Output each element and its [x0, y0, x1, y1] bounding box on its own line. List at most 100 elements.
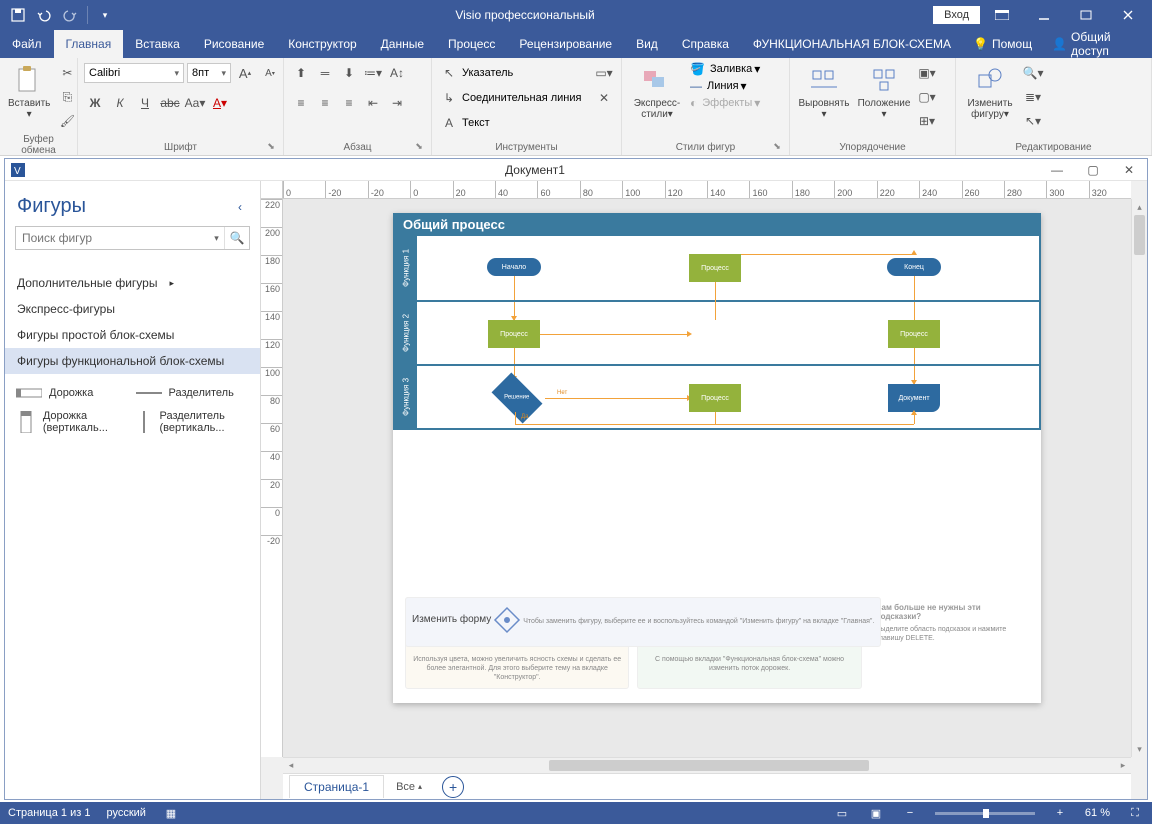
bring-front-icon[interactable]: ▣▾: [916, 62, 938, 84]
font-size-select[interactable]: 8пт: [187, 63, 231, 83]
canvas-viewport[interactable]: Общий процесс Функция 1 Начало Конец: [283, 199, 1131, 757]
tab-home[interactable]: Главная: [54, 30, 124, 58]
change-case-icon[interactable]: Aa▾: [184, 92, 206, 114]
zoom-slider[interactable]: [935, 812, 1035, 815]
search-dropdown-icon[interactable]: ▾: [209, 227, 225, 249]
doc-close-icon[interactable]: ✕: [1111, 160, 1147, 180]
search-input[interactable]: [16, 227, 209, 249]
italic-icon[interactable]: К: [109, 92, 131, 114]
status-language[interactable]: русский: [106, 807, 145, 819]
shape-separator-v[interactable]: Разделитель (вертикаль...: [135, 410, 251, 434]
undo-icon[interactable]: [32, 3, 56, 27]
shape-process-4[interactable]: Процесс: [689, 384, 741, 412]
connector-icon[interactable]: ↳: [438, 87, 460, 109]
ribbon-display-icon[interactable]: [982, 3, 1022, 27]
tip-change-shape[interactable]: Изменить форму Чтобы заменить фигуру, вы…: [405, 597, 881, 647]
tab-insert[interactable]: Вставка: [123, 30, 192, 58]
decrease-indent-icon[interactable]: ⇤: [362, 92, 384, 114]
login-button[interactable]: Вход: [933, 6, 980, 24]
save-icon[interactable]: [6, 3, 30, 27]
shape-swimlane-v[interactable]: Дорожка (вертикаль...: [15, 410, 131, 434]
vertical-scrollbar[interactable]: ▴ ▾: [1131, 199, 1147, 757]
align-bottom-icon[interactable]: ⬇: [338, 62, 360, 84]
scroll-left-icon[interactable]: ◂: [283, 758, 299, 773]
quick-shapes-section[interactable]: Экспресс-фигуры: [5, 296, 260, 322]
tab-data[interactable]: Данные: [369, 30, 436, 58]
font-color-icon[interactable]: A▾: [209, 92, 231, 114]
shape-decision[interactable]: Решение: [492, 373, 543, 424]
tip-dismiss[interactable]: Вам больше не нужны эти подсказки? Выдел…: [870, 597, 1029, 689]
font-dialog-icon[interactable]: ⬊: [265, 141, 277, 153]
collapse-panel-icon[interactable]: ‹: [232, 199, 248, 215]
align-top-icon[interactable]: ⬆: [290, 62, 312, 84]
qat-customize-icon[interactable]: ▾: [93, 3, 117, 27]
format-painter-icon[interactable]: 🖌: [56, 110, 78, 132]
shape-process-1[interactable]: Процесс: [488, 320, 540, 348]
select-icon[interactable]: ↖▾: [1022, 110, 1044, 132]
cut-icon[interactable]: ✂: [56, 62, 78, 84]
more-shapes-section[interactable]: Дополнительные фигуры▸: [5, 270, 260, 296]
paragraph-dialog-icon[interactable]: ⬊: [413, 141, 425, 153]
hscroll-thumb[interactable]: [549, 760, 869, 771]
shape-start[interactable]: Начало: [487, 258, 541, 276]
fill-button[interactable]: 🪣Заливка▾: [690, 62, 760, 76]
scroll-right-icon[interactable]: ▸: [1115, 758, 1131, 773]
basic-flowchart-section[interactable]: Фигуры простой блок-схемы: [5, 322, 260, 348]
send-back-icon[interactable]: ▢▾: [916, 86, 938, 108]
line-button[interactable]: —Линия▾: [690, 79, 760, 93]
close-icon[interactable]: [1108, 3, 1148, 27]
fit-page-icon[interactable]: ▣: [867, 804, 885, 822]
horizontal-scrollbar[interactable]: ◂ ▸: [283, 757, 1131, 773]
zoom-in-icon[interactable]: +: [1051, 804, 1069, 822]
tab-help[interactable]: Справка: [670, 30, 741, 58]
add-page-button[interactable]: +: [442, 776, 464, 798]
grow-font-icon[interactable]: A▴: [234, 62, 256, 84]
lane-2[interactable]: Функция 2 Процесс Процесс: [395, 300, 1039, 364]
increase-indent-icon[interactable]: ⇥: [386, 92, 408, 114]
doc-minimize-icon[interactable]: —: [1039, 160, 1075, 180]
find-icon[interactable]: 🔍▾: [1022, 62, 1044, 84]
align-right-icon[interactable]: ≡: [338, 92, 360, 114]
text-direction-icon[interactable]: A↕: [386, 62, 408, 84]
page-tab-1[interactable]: Страница-1: [289, 775, 384, 798]
diagram-title[interactable]: Общий процесс: [393, 213, 1041, 236]
font-family-select[interactable]: Calibri: [84, 63, 184, 83]
tab-file[interactable]: Файл: [0, 30, 54, 58]
tab-review[interactable]: Рецензирование: [507, 30, 624, 58]
functional-flowchart-section[interactable]: Фигуры функциональной блок-схемы: [5, 348, 260, 374]
redo-icon[interactable]: [58, 3, 82, 27]
shape-process-2[interactable]: Процесс: [689, 254, 741, 282]
bullets-icon[interactable]: ≔▾: [362, 62, 384, 84]
align-button[interactable]: Выровнять▾: [796, 62, 852, 122]
change-shape-button[interactable]: Изменить фигуру▾: [962, 62, 1018, 122]
shape-separator[interactable]: Разделитель: [135, 382, 251, 404]
connection-point-icon[interactable]: ✕: [593, 87, 615, 109]
scroll-down-icon[interactable]: ▾: [1132, 741, 1147, 757]
tab-view[interactable]: Вид: [624, 30, 670, 58]
shape-process-3[interactable]: Процесс: [888, 320, 940, 348]
rectangle-tool-icon[interactable]: ▭▾: [593, 62, 615, 84]
fit-window-icon[interactable]: ⛶: [1126, 804, 1144, 822]
zoom-level[interactable]: 61 %: [1085, 807, 1110, 819]
shrink-font-icon[interactable]: A▾: [259, 62, 281, 84]
shape-end[interactable]: Конец: [887, 258, 941, 276]
doc-maximize-icon[interactable]: ▢: [1075, 160, 1111, 180]
minimize-icon[interactable]: [1024, 3, 1064, 27]
align-left-icon[interactable]: ≡: [290, 92, 312, 114]
strike-icon[interactable]: abc: [159, 92, 181, 114]
align-middle-icon[interactable]: ═: [314, 62, 336, 84]
vscroll-thumb[interactable]: [1134, 215, 1145, 255]
effects-button[interactable]: ◐Эффекты▾: [690, 96, 760, 110]
presentation-mode-icon[interactable]: ▭: [833, 804, 851, 822]
layers-icon[interactable]: ≣▾: [1022, 86, 1044, 108]
shape-swimlane[interactable]: Дорожка: [15, 382, 131, 404]
lane-3[interactable]: Функция 3 Решение Нет Да Процесс: [395, 364, 1039, 428]
pointer-icon[interactable]: ↖: [438, 62, 460, 84]
pointer-tool[interactable]: Указатель: [462, 67, 513, 79]
search-go-icon[interactable]: 🔍: [225, 227, 249, 249]
underline-icon[interactable]: Ч: [134, 92, 156, 114]
tab-process[interactable]: Процесс: [436, 30, 507, 58]
text-tool[interactable]: Текст: [462, 117, 490, 129]
maximize-icon[interactable]: [1066, 3, 1106, 27]
position-button[interactable]: Положение▾: [856, 62, 912, 122]
